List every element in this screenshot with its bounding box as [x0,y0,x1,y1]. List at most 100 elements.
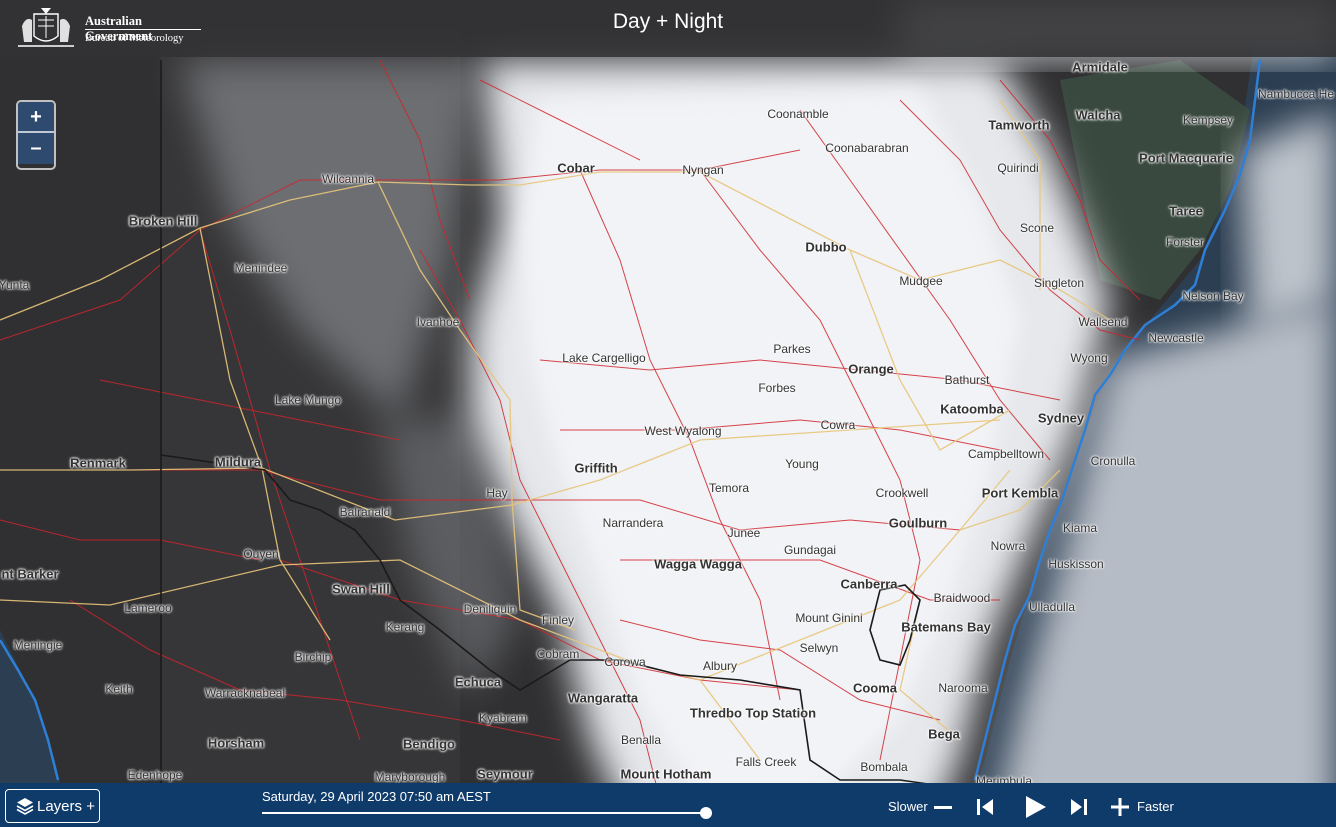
place-label: Maryborough [374,770,446,784]
place-label: Echuca [454,674,502,690]
zoom-in-button[interactable]: + [18,102,54,133]
place-label: Wagga Wagga [654,556,742,572]
place-label: Gundagai [783,543,837,557]
step-back-icon[interactable] [974,797,996,817]
place-label: Narrandera [602,516,664,530]
place-label: West Wyalong [644,424,722,438]
timeline-handle[interactable] [700,807,712,819]
place-label: Falls Creek [735,755,797,769]
faster-button[interactable] [1110,797,1130,817]
faster-label: Faster [1137,799,1174,814]
place-label: Sydney [1037,410,1085,426]
page-title: Day + Night [612,10,724,33]
place-label: Cobar [557,160,595,176]
place-label: Keith [105,682,133,696]
zoom-control: + – [16,100,56,170]
place-label: Hay [486,486,508,500]
place-label: Wyong [1070,351,1108,365]
place-label: Forster [1165,235,1205,249]
place-label: Griffith [574,460,618,476]
place-label: Braidwood [933,591,991,605]
place-label: Campbelltown [967,447,1045,461]
place-label: Scone [1019,221,1055,235]
place-label: Kempsey [1182,113,1234,127]
place-label: Armidale [1072,59,1128,75]
playback-bar: Layers + Saturday, 29 April 2023 07:50 a… [0,783,1336,827]
place-label: Warracknabeal [204,686,286,700]
step-forward-icon[interactable] [1068,797,1090,817]
place-label: Seymour [477,766,533,782]
place-label: Lake Cargelligo [562,351,646,365]
place-label: Temora [708,481,750,495]
place-label: Bathurst [944,373,990,387]
place-label: Ulladulla [1028,600,1076,614]
place-label: Batemans Bay [901,619,991,635]
place-label: Cooma [852,680,898,696]
place-label: Huskisson [1048,557,1104,571]
place-label: Wilcannia [321,172,375,186]
place-label: Newcastle [1148,331,1204,345]
place-label: Benalla [620,733,662,747]
place-label: Nowra [990,539,1026,553]
place-label: Singleton [1033,276,1085,290]
slower-button[interactable] [932,798,954,816]
place-label: Selwyn [799,641,839,655]
place-label: Port Macquarie [1139,150,1233,166]
place-label: Wangaratta [567,690,639,706]
place-label: Junee [727,526,761,540]
place-label: Cobram [536,647,580,661]
layers-button[interactable]: Layers + [5,789,100,823]
slower-label: Slower [888,799,928,814]
satellite-map[interactable] [0,0,1336,827]
place-label: Cronulla [1090,454,1136,468]
place-label: Birchip [294,650,332,664]
place-label: Horsham [207,735,265,751]
place-label: Balranald [339,505,391,519]
place-label: Crookwell [875,486,929,500]
place-label: Young [785,457,819,471]
place-label: Quirindi [997,161,1039,175]
place-label: Corowa [604,655,646,669]
place-label: Ouyen [243,547,279,561]
place-label: nt Barker [1,566,59,582]
play-icon[interactable] [1022,794,1048,820]
place-label: Dubbo [805,239,847,255]
place-label: Nelson Bay [1182,289,1244,303]
place-label: Mount Ginini [795,611,863,625]
place-label: Orange [848,361,894,377]
place-label: Goulburn [888,515,948,531]
header-bar: Australian Government Bureau of Meteorol… [0,0,1336,57]
place-label: Bombala [860,760,908,774]
place-label: Mudgee [899,274,943,288]
place-label: Katoomba [940,401,1004,417]
place-label: Edenhope [127,768,183,782]
place-label: Swan Hill [332,581,390,597]
place-label: Coonamble [767,107,829,121]
layers-icon [16,798,34,815]
place-label: Nyngan [682,163,724,177]
place-label: Cowra [820,418,856,432]
place-label: Taree [1169,203,1203,219]
place-label: Coonabarabran [825,141,909,155]
place-label: Nambucca He [1257,87,1335,101]
place-label: Finley [541,613,575,627]
zoom-out-button[interactable]: – [18,133,54,164]
place-label: Walcha [1075,107,1121,123]
place-label: Port Kembla [981,485,1059,501]
place-label: Forbes [758,381,796,395]
place-label: Renmark [70,455,126,471]
place-label: Lake Mungo [274,393,342,407]
place-label: Broken Hill [128,213,198,229]
place-label: Bendigo [403,736,455,752]
place-label: Kyabram [478,711,528,725]
place-label: Lameroo [124,601,172,615]
place-label: Mount Hotham [620,766,712,782]
place-label: Yunta [0,278,30,292]
place-label: Parkes [773,342,811,356]
place-label: Ivanhoe [416,315,460,329]
place-label: Kerang [385,620,425,634]
place-label: Albury [702,659,738,673]
place-label: Wallsend [1078,315,1128,329]
place-label: Bega [928,726,960,742]
timeline-slider[interactable] [262,807,712,819]
